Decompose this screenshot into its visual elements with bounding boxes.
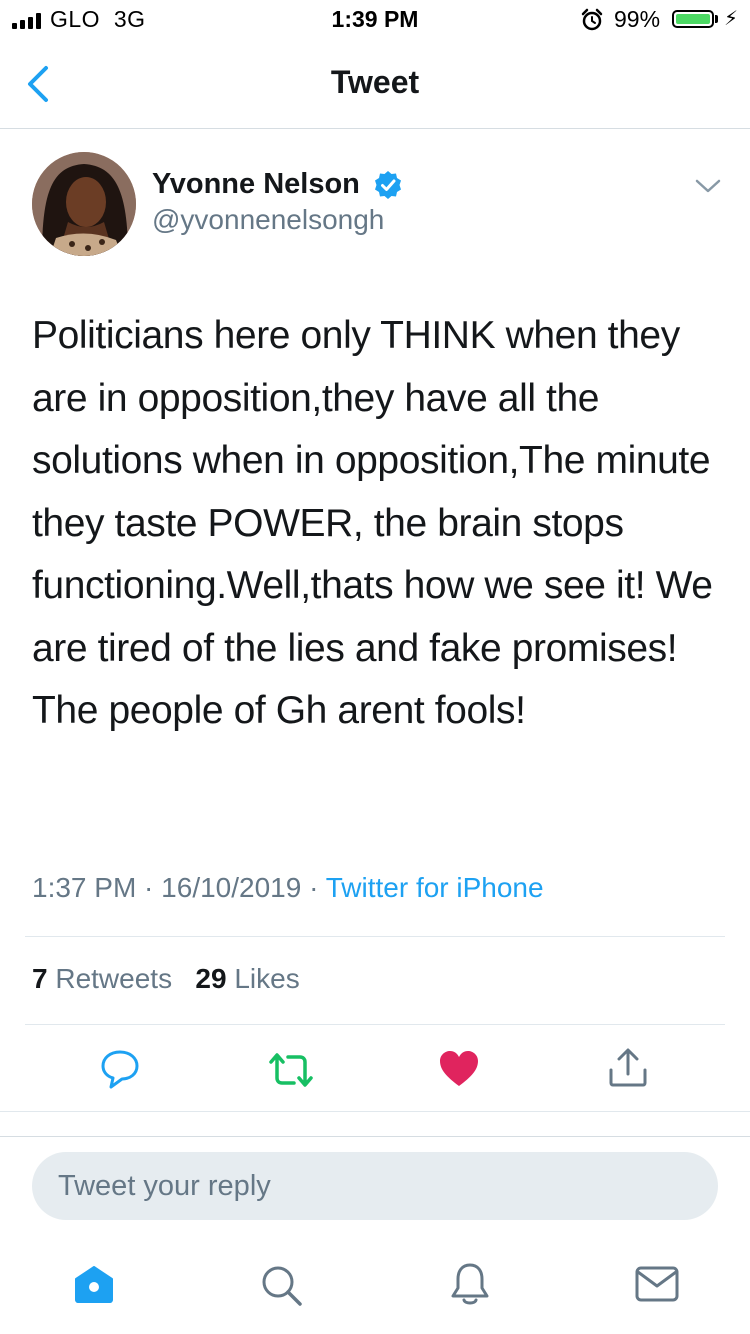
chevron-down-icon[interactable] [694, 176, 722, 196]
author-name[interactable]: Yvonne Nelson [152, 168, 360, 201]
reply-placeholder: Tweet your reply [58, 1169, 271, 1202]
divider [25, 936, 725, 937]
author-handle[interactable]: @yvonnenelsongh [152, 204, 384, 236]
like-icon [440, 1051, 478, 1086]
likes-count: 29 [195, 963, 227, 994]
share-button[interactable] [606, 1046, 650, 1090]
engagement-stats: 7 Retweets 29 Likes [32, 963, 300, 995]
reply-button[interactable] [98, 1048, 142, 1092]
likes-label: Likes [234, 963, 300, 994]
tweet-meta: 1:37 PM · 16/10/2019 · Twitter for iPhon… [32, 872, 544, 904]
home-icon [75, 1266, 113, 1303]
tweet-date: 16/10/2019 [161, 872, 302, 903]
divider [0, 1136, 750, 1137]
share-icon [609, 1048, 647, 1087]
reply-icon [101, 1050, 139, 1089]
nav-divider [0, 128, 750, 129]
tweet-text: Politicians here only THINK when they ar… [32, 314, 713, 732]
divider [0, 1111, 750, 1112]
avatar[interactable] [32, 152, 136, 256]
tab-messages[interactable] [634, 1264, 680, 1304]
search-icon [262, 1266, 302, 1306]
like-button[interactable] [437, 1048, 481, 1090]
battery-tip [715, 15, 718, 23]
tab-home[interactable] [72, 1262, 116, 1306]
tweet-source-link[interactable]: Twitter for iPhone [326, 872, 544, 903]
verified-badge-icon [375, 171, 401, 199]
reply-input[interactable]: Tweet your reply [32, 1152, 718, 1220]
page-title: Tweet [330, 64, 420, 100]
battery-icon [672, 10, 714, 28]
status-bar: GLO 3G 1:39 PM 99% ⚡︎ [0, 0, 750, 40]
tab-notifications[interactable] [448, 1260, 492, 1308]
divider [25, 1024, 725, 1025]
retweets-count: 7 [32, 963, 48, 994]
notifications-icon [451, 1263, 489, 1305]
likes-link[interactable]: 29 Likes [195, 963, 299, 994]
retweets-label: Retweets [55, 963, 173, 994]
retweet-button[interactable] [266, 1050, 316, 1090]
alarm-icon [581, 8, 603, 31]
retweet-icon [269, 1053, 313, 1087]
charging-bolt-icon: ⚡︎ [724, 8, 739, 30]
messages-icon [635, 1266, 679, 1302]
meta-separator: · [136, 872, 162, 903]
tweet-time: 1:37 PM [32, 872, 137, 903]
tab-search[interactable] [258, 1262, 304, 1308]
battery-percent: 99% [614, 6, 661, 32]
meta-separator: · [301, 872, 326, 903]
retweets-link[interactable]: 7 Retweets [32, 963, 172, 994]
